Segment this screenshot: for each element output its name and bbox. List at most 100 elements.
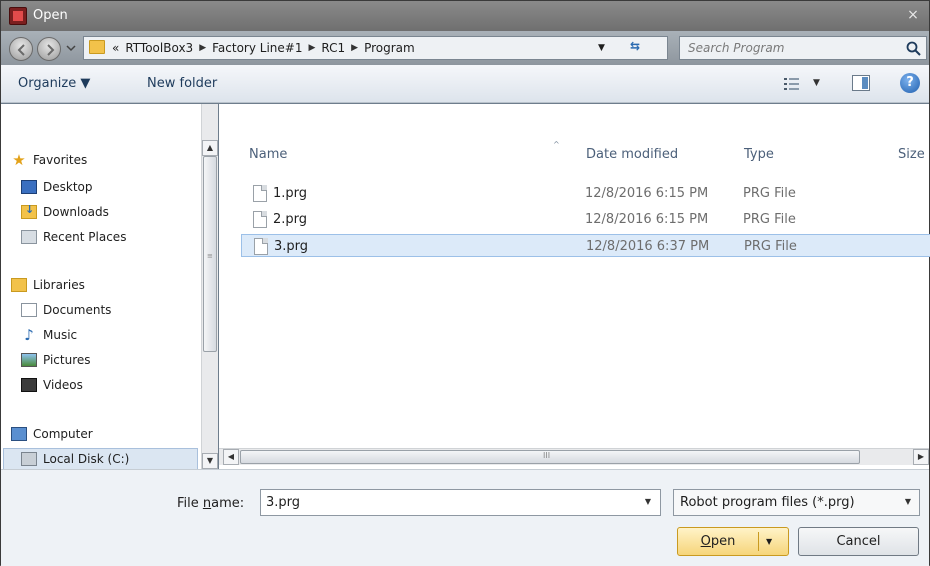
nav-item-downloads[interactable]: Downloads (21, 203, 109, 219)
command-bar: Organize ▼ New folder ▼ ? (1, 65, 929, 103)
breadcrumb: « RTToolBox3 ▶ Factory Line#1 ▶ RC1 ▶ Pr… (112, 41, 415, 55)
refresh-icon[interactable]: ⇆ (624, 39, 646, 57)
scroll-grip-icon: III (543, 451, 551, 460)
search-input[interactable]: Search Program (679, 36, 927, 60)
title-bar[interactable]: Open × (1, 1, 929, 31)
file-name-label: File name: (177, 496, 245, 511)
open-options-dropdown-icon[interactable]: ▼ (766, 528, 772, 555)
column-header-size[interactable]: Size (898, 147, 925, 162)
nav-item-computer[interactable]: Computer (11, 427, 93, 441)
nav-item-music[interactable]: ♪ Music (21, 326, 78, 344)
nav-label: Desktop (43, 180, 93, 194)
back-button[interactable] (9, 37, 33, 61)
scroll-up-icon[interactable]: ▲ (202, 140, 218, 156)
nav-item-recent-places[interactable]: Recent Places (21, 230, 126, 244)
file-row[interactable]: 1.prg 12/8/2016 6:15 PM PRG File (241, 182, 930, 205)
nav-item-favorites[interactable]: ★ Favorites (11, 151, 88, 169)
file-name-field[interactable]: 3.prg ▼ (260, 489, 661, 516)
open-dialog: Open × « RTToolBox3 ▶ Factory Line#1 ▶ R… (0, 0, 930, 566)
breadcrumb-item-factory-line[interactable]: Factory Line#1 (212, 41, 302, 55)
breadcrumb-item-rttoolbox3[interactable]: RTToolBox3 (125, 41, 193, 55)
file-name: 1.prg (273, 186, 308, 201)
recent-places-icon (21, 230, 37, 244)
desktop-icon (21, 180, 37, 194)
address-row: « RTToolBox3 ▶ Factory Line#1 ▶ RC1 ▶ Pr… (1, 31, 929, 65)
open-button-divider (758, 532, 759, 551)
file-type: PRG File (743, 212, 796, 227)
file-type-filter-select[interactable]: Robot program files (*.prg) ▼ (673, 489, 920, 516)
column-header-type[interactable]: Type (744, 147, 774, 162)
breadcrumb-item-program[interactable]: Program (364, 41, 415, 55)
music-icon: ♪ (24, 326, 34, 344)
libraries-icon (11, 278, 27, 292)
nav-item-videos[interactable]: Videos (21, 378, 83, 392)
forward-button[interactable] (37, 37, 61, 61)
computer-icon (11, 427, 27, 441)
nav-item-local-disk[interactable]: Local Disk (C:) (21, 452, 129, 466)
breadcrumb-overflow[interactable]: « (112, 41, 119, 55)
file-list-horizontal-scrollbar[interactable]: ◀ III ▶ (219, 448, 929, 465)
file-name-dropdown-icon[interactable]: ▼ (645, 497, 651, 506)
sort-ascending-icon: ^ (553, 140, 560, 149)
nav-item-desktop[interactable]: Desktop (21, 180, 93, 194)
breadcrumb-item-rc1[interactable]: RC1 (321, 41, 345, 55)
recent-pages-dropdown-icon[interactable] (66, 43, 76, 53)
file-name-value: 3.prg (266, 495, 301, 510)
folder-icon (89, 40, 105, 54)
downloads-icon (21, 203, 37, 219)
scrollbar-thumb[interactable]: III (240, 450, 860, 464)
scroll-grip-icon: ≡ (207, 252, 213, 260)
documents-icon (21, 303, 37, 317)
file-row[interactable]: 2.prg 12/8/2016 6:15 PM PRG File (241, 208, 930, 231)
address-bar[interactable]: « RTToolBox3 ▶ Factory Line#1 ▶ RC1 ▶ Pr… (83, 36, 668, 60)
preview-pane-icon[interactable] (852, 75, 870, 91)
close-button[interactable]: × (903, 5, 923, 25)
window-title: Open (33, 8, 68, 23)
nav-label: Libraries (33, 278, 85, 292)
file-row-selected[interactable]: 3.prg 12/8/2016 6:37 PM PRG File (241, 234, 930, 257)
help-icon[interactable]: ? (900, 73, 920, 93)
new-folder-button[interactable]: New folder (147, 76, 217, 91)
column-header-date-modified[interactable]: Date modified (586, 147, 678, 162)
organize-button[interactable]: Organize ▼ (18, 76, 90, 91)
file-date: 12/8/2016 6:15 PM (585, 186, 709, 201)
column-header-name[interactable]: Name (249, 147, 287, 162)
filter-dropdown-icon[interactable]: ▼ (905, 497, 911, 506)
navigation-scrollbar[interactable]: ▲ ≡ ▼ (201, 104, 218, 469)
file-date: 12/8/2016 6:15 PM (585, 212, 709, 227)
scrollbar-thumb[interactable]: ≡ (203, 156, 217, 352)
change-view-icon[interactable] (784, 77, 800, 91)
search-icon[interactable] (906, 41, 922, 57)
nav-label: Music (43, 328, 78, 342)
breadcrumb-separator-icon[interactable]: ▶ (308, 43, 315, 53)
address-dropdown-icon[interactable]: ▼ (598, 43, 605, 53)
nav-item-pictures[interactable]: Pictures (21, 353, 91, 367)
nav-item-documents[interactable]: Documents (21, 303, 111, 317)
breadcrumb-separator-icon[interactable]: ▶ (199, 43, 206, 53)
nav-label: Videos (43, 378, 83, 392)
nav-label: Computer (33, 427, 93, 441)
scroll-left-icon[interactable]: ◀ (223, 449, 239, 465)
nav-label: Documents (43, 303, 112, 317)
file-type: PRG File (744, 239, 797, 254)
view-options-dropdown-icon[interactable]: ▼ (813, 78, 820, 88)
nav-label: Favorites (33, 153, 88, 167)
videos-icon (21, 378, 37, 392)
breadcrumb-separator-icon[interactable]: ▶ (351, 43, 358, 53)
app-icon (9, 7, 27, 25)
disk-drive-icon (21, 452, 37, 466)
open-button-label: Open (700, 534, 736, 549)
open-button[interactable]: Open ▼ (677, 527, 789, 556)
search-placeholder: Search Program (688, 41, 785, 55)
cancel-button[interactable]: Cancel (798, 527, 919, 556)
nav-item-libraries[interactable]: Libraries (11, 278, 85, 292)
file-name: 3.prg (274, 239, 309, 254)
forward-arrow-icon (47, 44, 55, 56)
star-icon: ★ (12, 151, 26, 169)
scroll-right-icon[interactable]: ▶ (913, 449, 929, 465)
file-icon (253, 185, 267, 202)
file-type: PRG File (743, 186, 796, 201)
file-type-filter-value: Robot program files (*.prg) (680, 495, 855, 510)
scroll-down-icon[interactable]: ▼ (202, 453, 218, 469)
navigation-pane: ★ Favorites Desktop Downloads Recent Pla… (1, 104, 201, 470)
